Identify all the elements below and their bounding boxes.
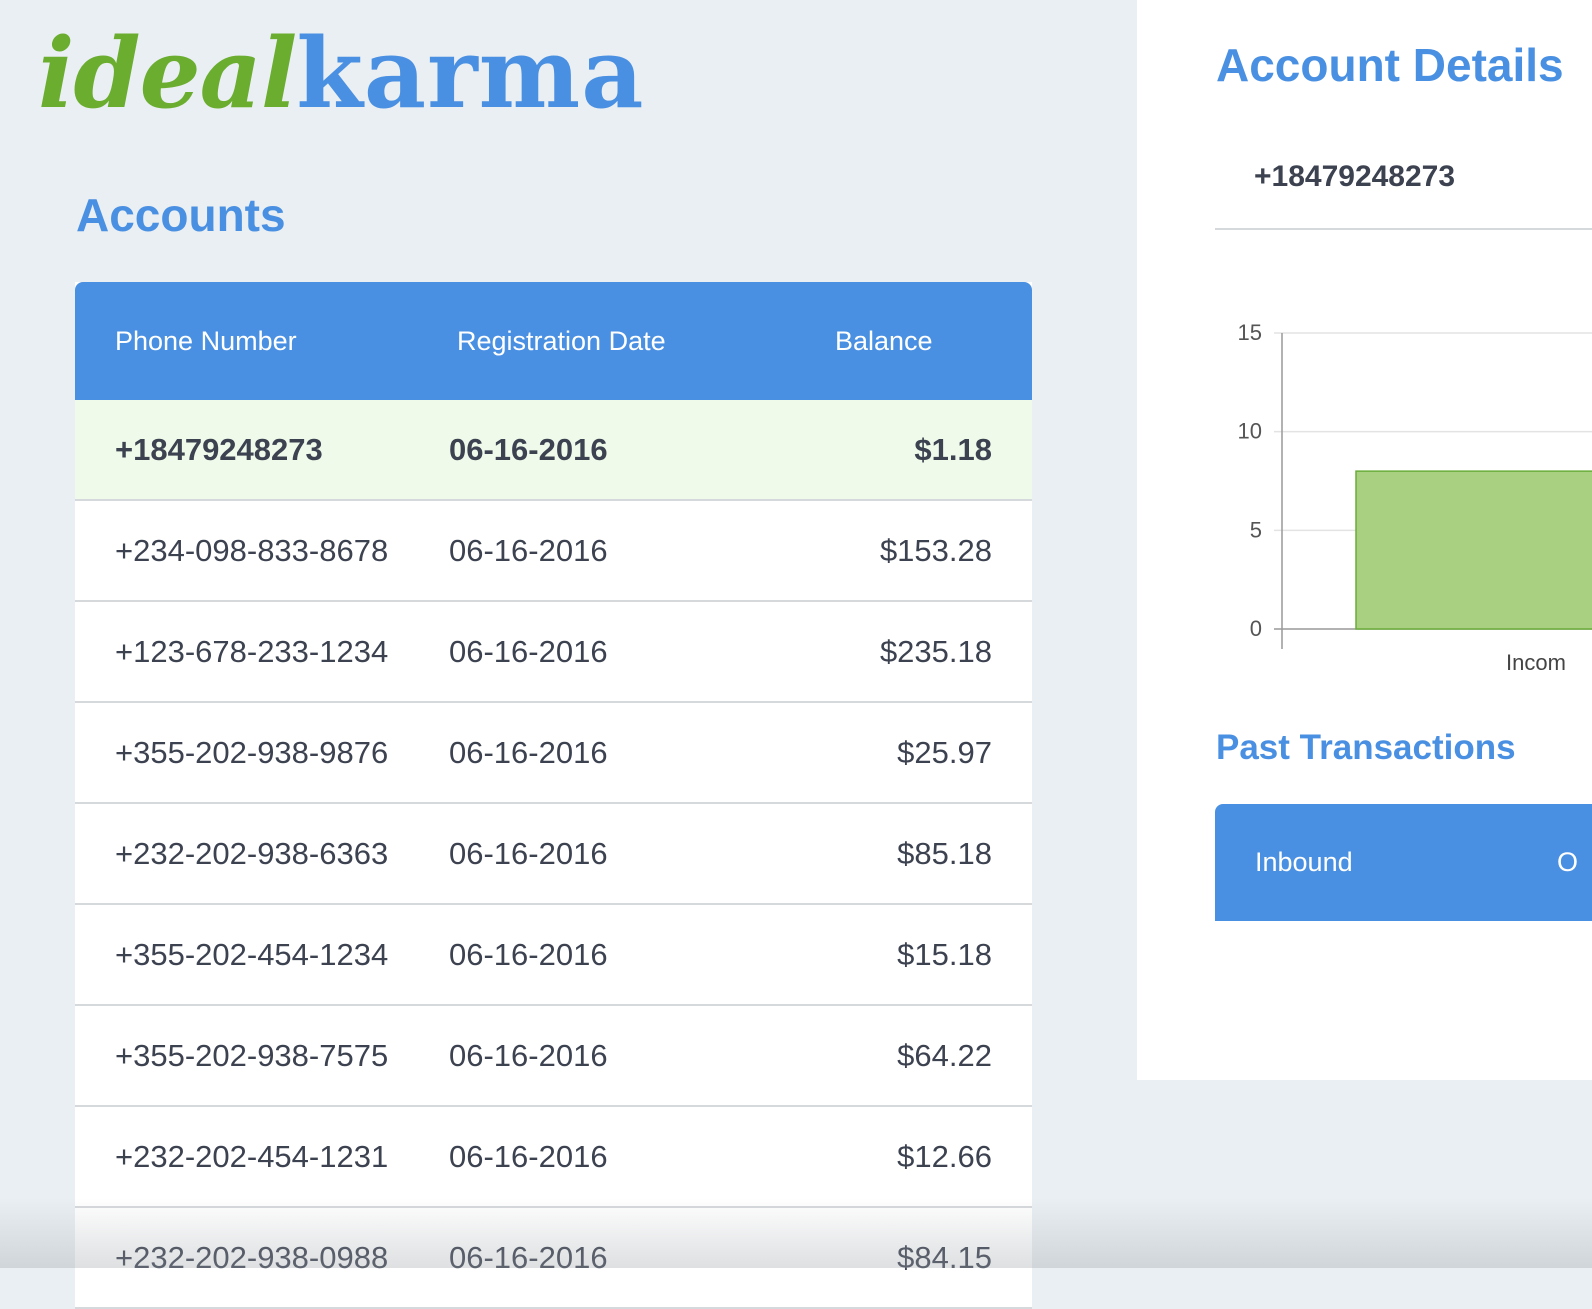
account-registration-date: 06-16-2016 — [449, 1207, 799, 1309]
accounts-header-row: Phone Number Registration Date Balance — [75, 282, 1032, 400]
account-phone: +355-202-454-1234 — [75, 904, 449, 1006]
account-phone: +355-202-938-9876 — [75, 702, 449, 804]
accounts-title: Accounts — [76, 189, 286, 241]
account-registration-date: 06-16-2016 — [449, 803, 799, 905]
account-registration-date: 06-16-2016 — [449, 601, 799, 703]
x-tick-label: Incom — [1506, 650, 1566, 675]
account-details-panel: Account Details +18479248273 0 5 10 15 Incom… — [1137, 0, 1592, 1080]
account-registration-date: 06-16-2016 — [449, 500, 799, 602]
account-balance: $153.28 — [799, 500, 1032, 602]
divider — [1215, 228, 1592, 230]
account-row[interactable]: +355-202-938-7575 06-16-2016 $64.22 — [75, 1005, 1032, 1107]
account-row[interactable]: +232-202-454-1231 06-16-2016 $12.66 — [75, 1106, 1032, 1208]
account-balance: $1.18 — [799, 400, 1032, 501]
account-phone: +234-098-833-8678 — [75, 500, 449, 602]
logo[interactable]: idealkarma — [38, 26, 644, 122]
account-row[interactable]: +355-202-454-1234 06-16-2016 $15.18 — [75, 904, 1032, 1006]
column-header-inbound[interactable]: Inbound — [1255, 804, 1353, 921]
account-registration-date: 06-16-2016 — [449, 1106, 799, 1208]
y-tick-label: 15 — [1238, 320, 1262, 345]
account-balance: $85.18 — [799, 803, 1032, 905]
account-phone: +232-202-454-1231 — [75, 1106, 449, 1208]
selected-account-phone: +18479248273 — [1254, 160, 1456, 193]
bar — [1355, 470, 1592, 630]
account-balance: $15.18 — [799, 904, 1032, 1006]
y-tick-label: 0 — [1250, 616, 1262, 641]
account-registration-date: 06-16-2016 — [449, 1005, 799, 1107]
account-registration-date: 06-16-2016 — [449, 904, 799, 1006]
account-phone: +355-202-938-7575 — [75, 1005, 449, 1107]
account-chart: 0 5 10 15 Incom — [1238, 320, 1592, 675]
account-row[interactable]: +232-202-938-0988 06-16-2016 $84.15 — [75, 1207, 1032, 1309]
account-row[interactable]: +18479248273 06-16-2016 $1.18 — [75, 400, 1032, 501]
account-registration-date: 06-16-2016 — [449, 702, 799, 804]
account-phone: +232-202-938-0988 — [75, 1207, 449, 1309]
account-row[interactable]: +355-202-938-9876 06-16-2016 $25.97 — [75, 702, 1032, 804]
column-header-phone[interactable]: Phone Number — [75, 282, 449, 400]
account-details-title: Account Details — [1216, 39, 1564, 91]
account-balance: $235.18 — [799, 601, 1032, 703]
account-phone: +232-202-938-6363 — [75, 803, 449, 905]
transactions-header: Inbound O — [1215, 804, 1592, 921]
account-balance: $84.15 — [799, 1207, 1032, 1309]
logo-part-ideal: ideal — [38, 17, 297, 130]
account-phone: +18479248273 — [75, 400, 449, 501]
account-balance: $64.22 — [799, 1005, 1032, 1107]
logo-part-karma: karma — [296, 17, 645, 130]
account-balance: $25.97 — [799, 702, 1032, 804]
account-row[interactable]: +123-678-233-1234 06-16-2016 $235.18 — [75, 601, 1032, 703]
column-header-date[interactable]: Registration Date — [449, 282, 799, 400]
account-row[interactable]: +232-202-938-6363 06-16-2016 $85.18 — [75, 803, 1032, 905]
account-row[interactable]: +234-098-833-8678 06-16-2016 $153.28 — [75, 500, 1032, 602]
past-transactions-title: Past Transactions — [1216, 728, 1516, 767]
account-phone: +123-678-233-1234 — [75, 601, 449, 703]
account-balance: $12.66 — [799, 1106, 1032, 1208]
accounts-table: Phone Number Registration Date Balance +… — [75, 282, 1032, 1309]
y-tick-label: 5 — [1250, 517, 1262, 542]
column-header-balance[interactable]: Balance — [799, 282, 1032, 400]
y-tick-label: 10 — [1238, 419, 1262, 444]
account-registration-date: 06-16-2016 — [449, 400, 799, 501]
column-header-outbound[interactable]: O — [1557, 804, 1578, 921]
